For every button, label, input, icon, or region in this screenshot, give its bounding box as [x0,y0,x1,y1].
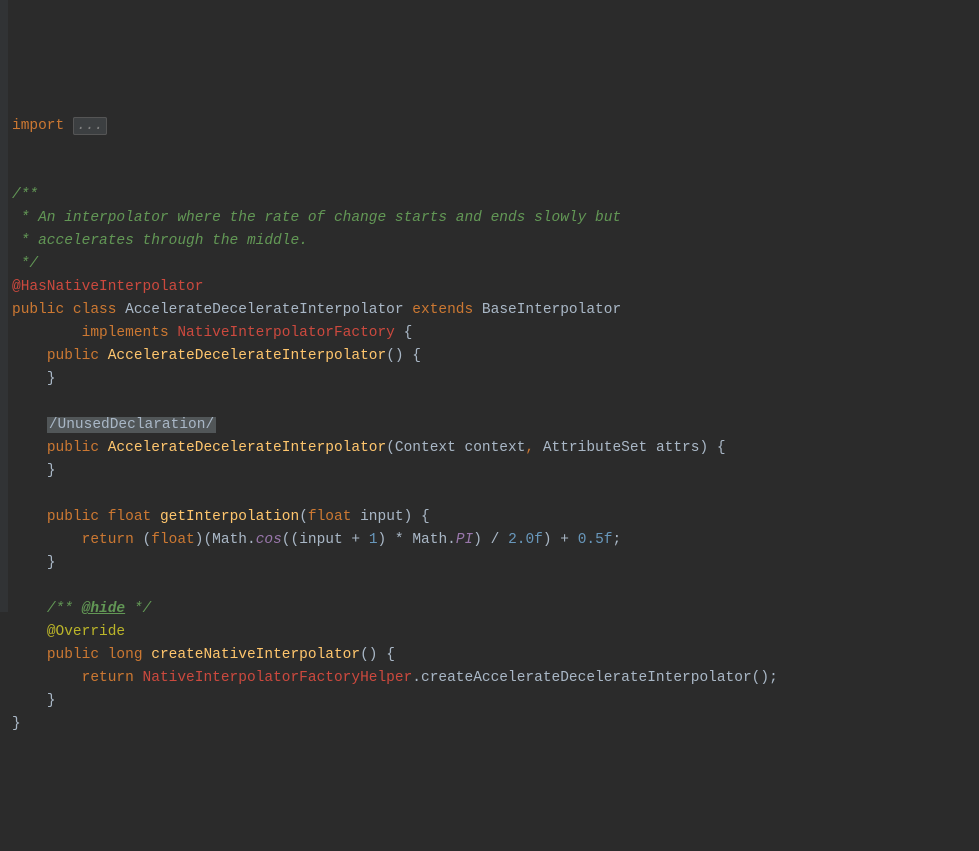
code-editor[interactable]: import ... /** * An interpolator where t… [12,115,979,736]
brace-close: } [12,716,21,732]
interface-name: NativeInterpolatorFactory [177,325,395,341]
method-name: createNativeInterpolator [151,647,360,663]
param-input: input [360,509,404,525]
plus: + [343,532,369,548]
div: ) / [473,532,508,548]
constructor-name: AccelerateDecelerateInterpolator [108,348,386,364]
folded-imports[interactable]: ... [73,117,107,135]
brace: { [395,325,412,341]
javadoc-line: * An interpolator where the rate of chan… [12,210,621,226]
keyword-public: public [47,647,99,663]
suppress-comment: /UnusedDeclaration/ [47,417,216,433]
close-paren-brace: ) { [369,647,395,663]
javadoc-line: */ [12,256,38,272]
brace-close: } [47,463,56,479]
method-name: getInterpolation [160,509,299,525]
class-name: AccelerateDecelerateInterpolator [125,302,403,318]
math-class: Math [212,532,247,548]
keyword-public: public [47,348,99,364]
gutter [0,0,8,612]
keyword-implements: implements [82,325,169,341]
keyword-float: float [151,532,195,548]
keyword-float: float [308,509,352,525]
math-class: Math [412,532,447,548]
constructor-name: AccelerateDecelerateInterpolator [108,440,386,456]
number-1: 1 [369,532,378,548]
semicolon: ; [769,670,778,686]
number-2: 2.0f [508,532,543,548]
open-paren: ( [360,647,369,663]
keyword-long: long [108,647,143,663]
ctor2-attrs: AttributeSet attrs) { [534,440,725,456]
ctor2-params: (Context context [386,440,525,456]
number-half: 0.5f [578,532,613,548]
cos-method: cos [256,532,282,548]
keyword-extends: extends [412,302,473,318]
semicolon: ; [613,532,622,548]
param-input: input [299,532,343,548]
keyword-class: class [73,302,117,318]
ctor-sig: () { [386,348,421,364]
brace-close: } [47,555,56,571]
keyword-public: public [12,302,64,318]
keyword-return: return [82,532,134,548]
brace-close: } [47,693,56,709]
plus2: ) + [543,532,578,548]
helper-call: .createAccelerateDecelerateInterpolator(… [412,670,769,686]
keyword-float: float [108,509,152,525]
javadoc-hide-close: */ [125,601,151,617]
close-paren-brace: ) { [404,509,430,525]
keyword-public: public [47,440,99,456]
brace-close: } [47,371,56,387]
keyword-return: return [82,670,134,686]
times: ) * [378,532,413,548]
javadoc-hide-open: /** [47,601,82,617]
keyword-import: import [12,118,64,134]
keyword-public: public [47,509,99,525]
javadoc-line: /** [12,187,38,203]
annotation: @HasNativeInterpolator [12,279,203,295]
pi-field: PI [456,532,473,548]
helper-class: NativeInterpolatorFactoryHelper [143,670,413,686]
superclass-name: BaseInterpolator [482,302,621,318]
override-annotation: @Override [47,624,125,640]
comma: , [525,440,534,456]
javadoc-line: * accelerates through the middle. [12,233,308,249]
javadoc-hide-tag: @hide [82,601,126,617]
